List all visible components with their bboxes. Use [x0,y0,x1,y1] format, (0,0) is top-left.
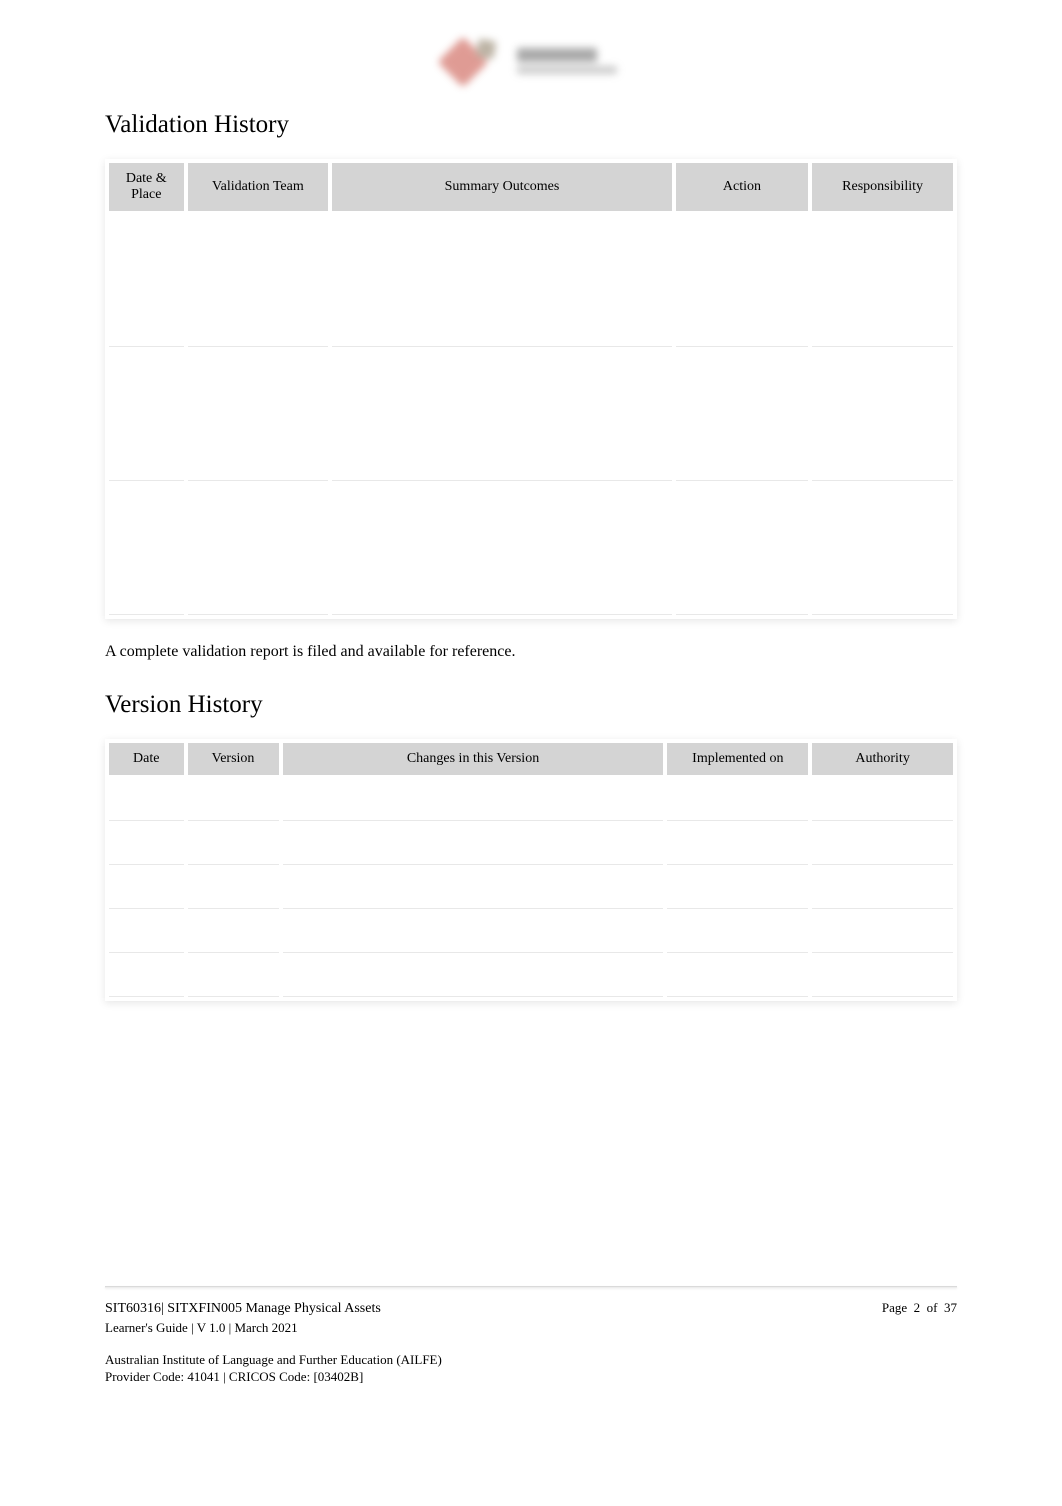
table-row [109,825,953,865]
version-history-heading: Version History [105,691,957,719]
cell [109,913,184,953]
col-implemented-on: Implemented on [667,743,808,777]
cell [109,781,184,821]
cell [188,217,329,347]
cell [667,781,808,821]
table-row [109,485,953,615]
cell [188,485,329,615]
cell [188,957,279,997]
cell [676,485,808,615]
page-current: 2 [914,1300,921,1315]
cell [812,351,953,481]
cell [332,351,671,481]
cell [667,825,808,865]
footer-doc-id: SIT60316| SITXFIN005 Manage Physical Ass… [105,1300,381,1319]
cell [667,913,808,953]
cell [109,351,184,481]
table-row [109,869,953,909]
col-authority: Authority [812,743,953,777]
cell [332,485,671,615]
page-footer: SIT60316| SITXFIN005 Manage Physical Ass… [105,1286,957,1386]
cell [283,781,664,821]
cell [188,869,279,909]
cell [188,913,279,953]
cell [109,485,184,615]
validation-history-heading: Validation History [105,111,957,139]
cell [109,957,184,997]
logo-text-line1 [517,48,597,62]
cell [812,869,953,909]
footer-guide-line: Learner's Guide | V 1.0 | March 2021 [105,1319,381,1337]
cell [812,217,953,347]
cell [676,351,808,481]
version-history-table: Date Version Changes in this Version Imp… [105,739,957,1001]
col-changes: Changes in this Version [283,743,664,777]
cell [283,869,664,909]
table-header-row: Date Version Changes in this Version Imp… [109,743,953,777]
cell [812,913,953,953]
col-version: Version [188,743,279,777]
cell [188,825,279,865]
cell [188,351,329,481]
logo-icon [445,38,505,83]
col-responsibility: Responsibility [812,163,953,213]
cell [667,869,808,909]
table-header-row: Date & Place Validation Team Summary Out… [109,163,953,213]
table-row [109,351,953,481]
cell [283,825,664,865]
page-label-prefix: Page [882,1300,907,1315]
footer-provider: Provider Code: 41041 | CRICOS Code: [034… [105,1368,957,1386]
table-row [109,957,953,997]
footer-institute: Australian Institute of Language and Fur… [105,1351,957,1369]
col-summary-outcomes: Summary Outcomes [332,163,671,213]
logo-text-line2 [517,66,617,74]
col-date-place: Date & Place [109,163,184,213]
page-total: 37 [944,1300,957,1315]
table-row [109,781,953,821]
header-logo [105,30,957,91]
page-number: Page 2 of 37 [882,1300,957,1316]
col-date: Date [109,743,184,777]
cell [109,825,184,865]
cell [667,957,808,997]
cell [676,217,808,347]
validation-history-table: Date & Place Validation Team Summary Out… [105,159,957,619]
cell [812,825,953,865]
cell [283,913,664,953]
table-row [109,913,953,953]
col-validation-team: Validation Team [188,163,329,213]
table-row [109,217,953,347]
cell [188,781,279,821]
cell [109,217,184,347]
validation-note: A complete validation report is filed an… [105,643,957,661]
col-action: Action [676,163,808,213]
cell [812,781,953,821]
cell [812,957,953,997]
footer-divider [105,1286,957,1288]
cell [812,485,953,615]
cell [332,217,671,347]
page-of: of [927,1300,938,1315]
cell [109,869,184,909]
cell [283,957,664,997]
